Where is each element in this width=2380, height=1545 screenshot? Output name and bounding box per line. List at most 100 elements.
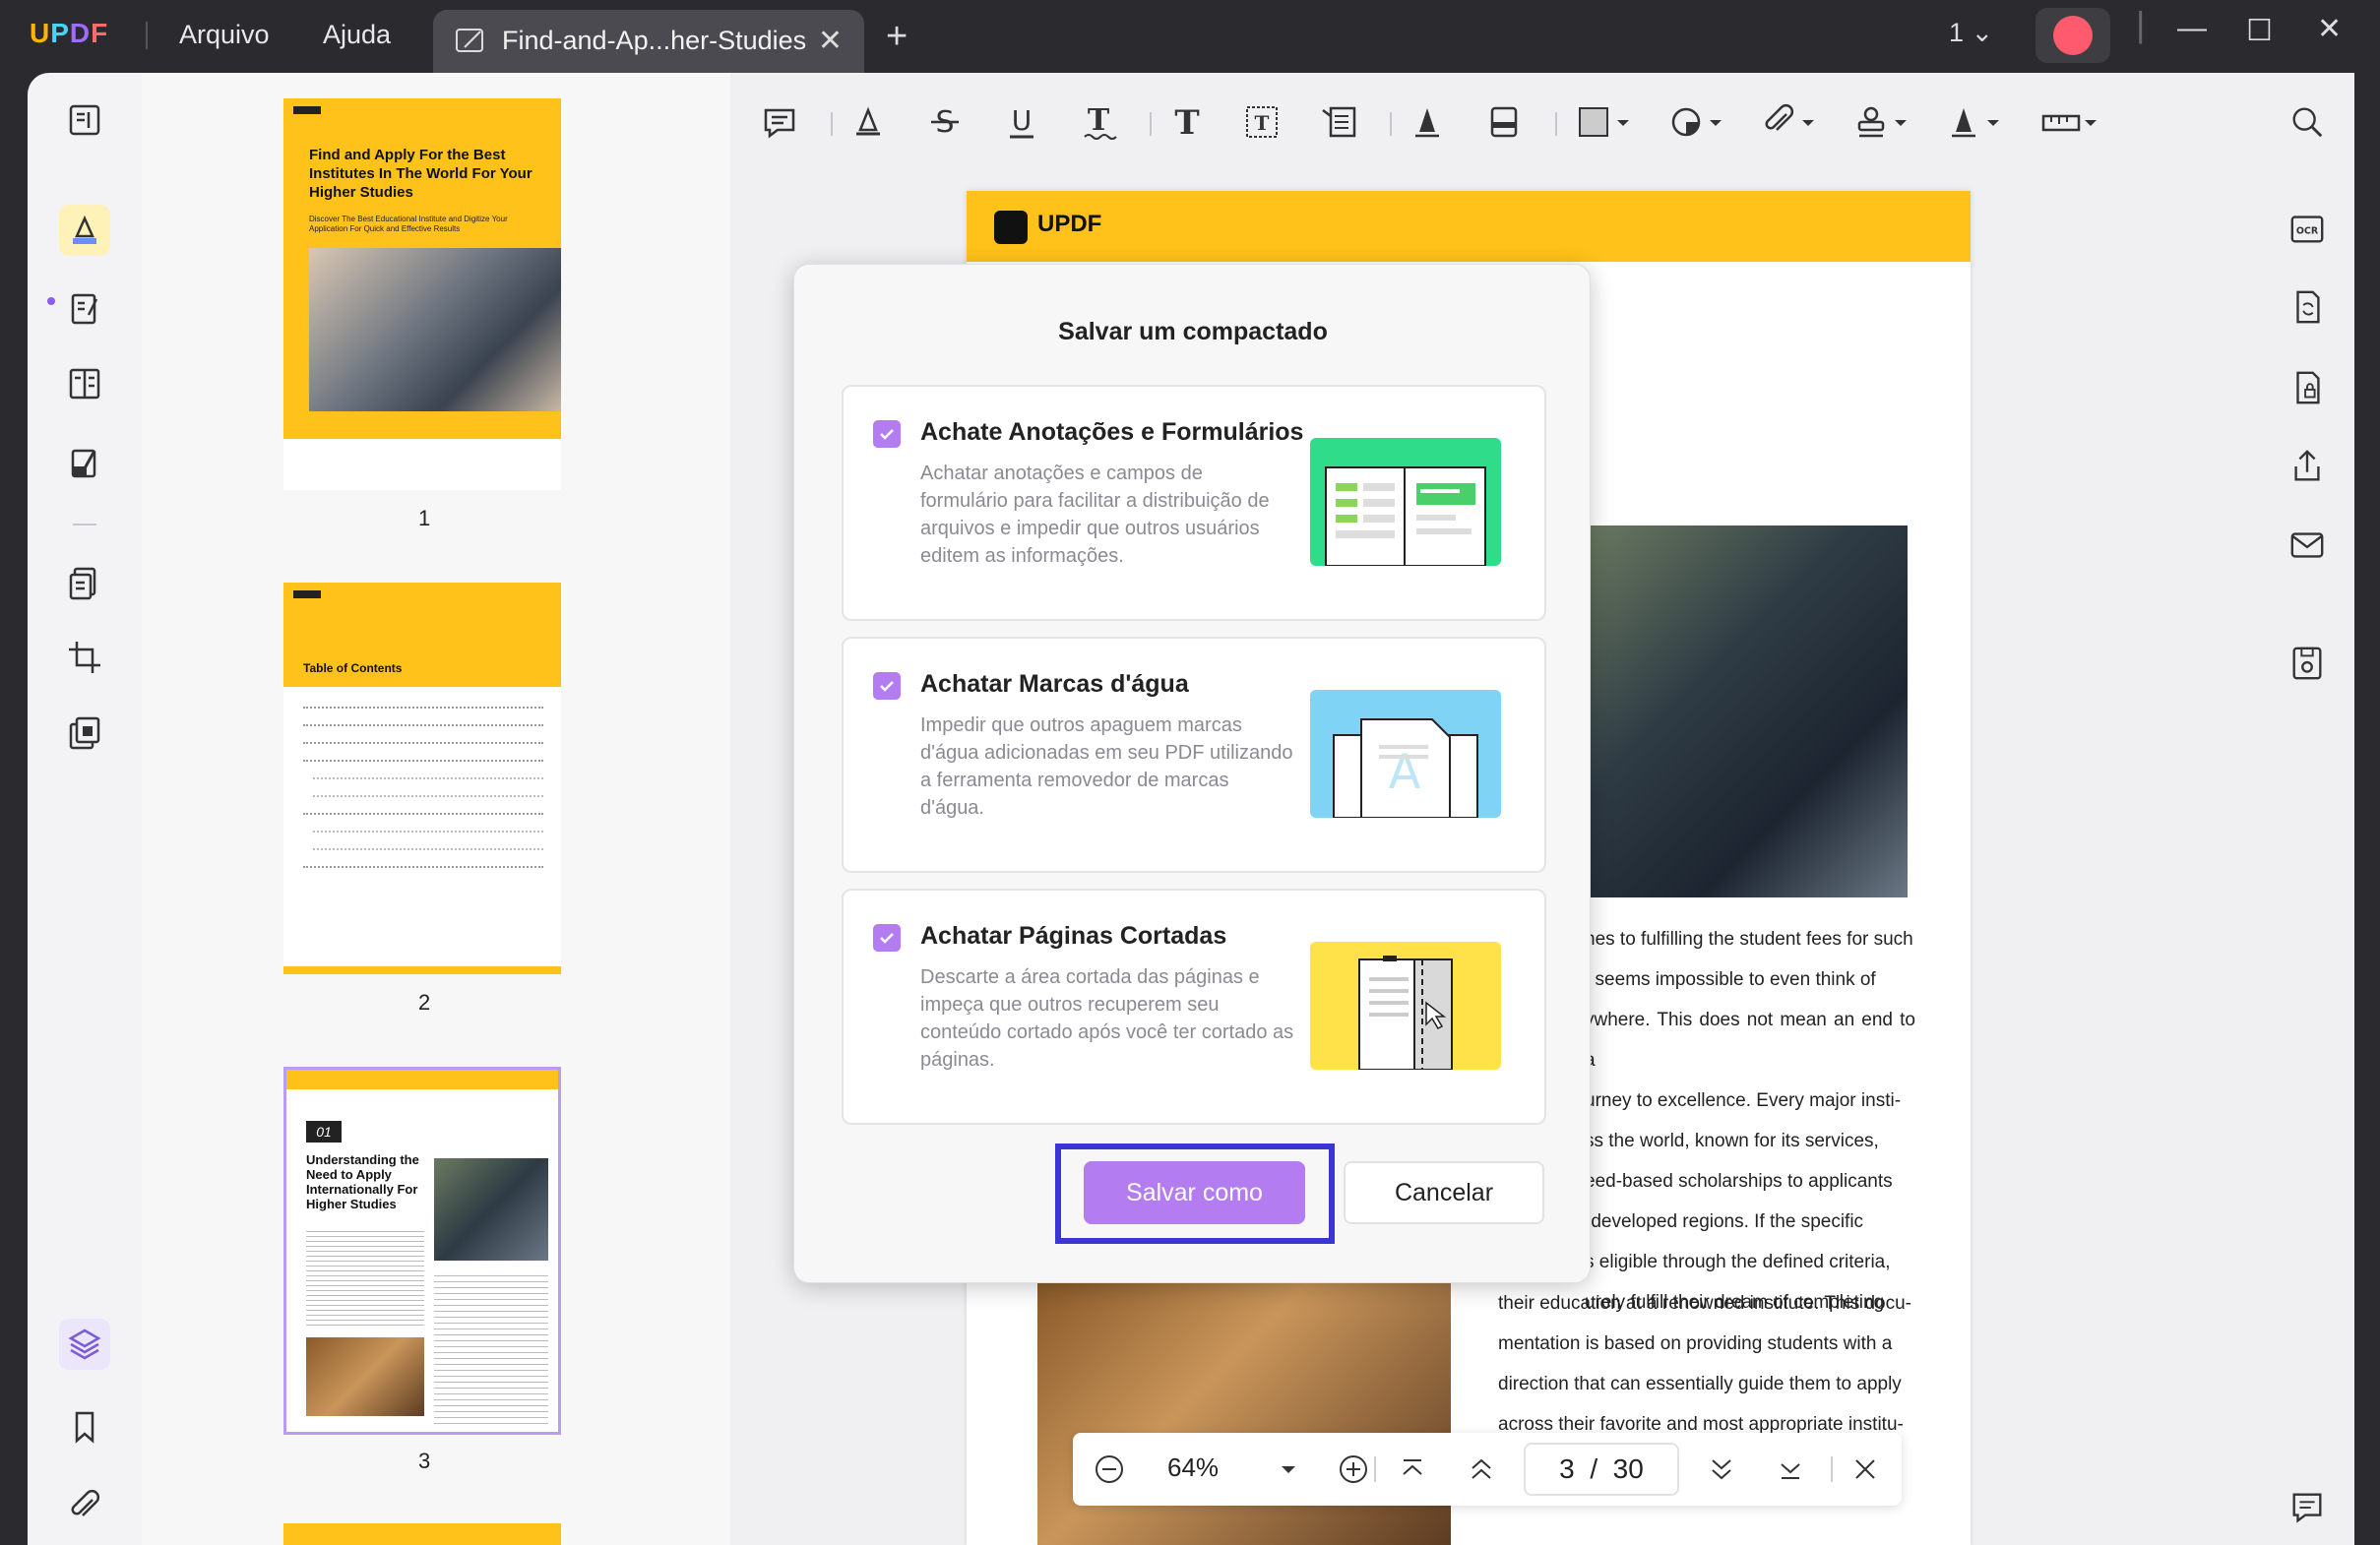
thumbnail-number-1: 1 [418, 506, 431, 530]
menu-ajuda[interactable]: Ajuda [323, 20, 391, 50]
bookmark-icon[interactable] [59, 1401, 110, 1452]
zoom-out-icon[interactable] [1091, 1451, 1128, 1488]
eraser-icon[interactable] [1480, 98, 1528, 146]
edit-doc-icon [456, 29, 483, 52]
toolbar-divider [831, 112, 833, 136]
close-nav-icon[interactable] [1847, 1451, 1884, 1488]
strikethrough-icon[interactable]: S [921, 98, 969, 146]
page-banner: UPDF [967, 191, 1971, 262]
layers-icon[interactable] [59, 1319, 110, 1370]
zoom-level[interactable]: 64% [1167, 1452, 1219, 1483]
checkmark-icon [880, 429, 894, 440]
option-flatten-cropped-pages[interactable]: Achatar Páginas Cortadas Descarte a área… [842, 889, 1546, 1125]
checkbox-flatten-cropped-pages[interactable] [873, 924, 901, 952]
page-indicator[interactable]: 1 ⌄ [1949, 18, 1993, 48]
page-navigation-bar: 64% 3 / 30 [1073, 1433, 1902, 1506]
stamp-icon[interactable] [1847, 98, 1915, 146]
maximize-icon[interactable]: ☐ [2246, 14, 2273, 48]
previous-page-icon[interactable] [1463, 1451, 1500, 1488]
checkbox-flatten-watermarks[interactable] [873, 672, 901, 700]
left-toolbar-divider [73, 524, 96, 525]
edit-pdf-icon[interactable] [59, 283, 110, 335]
text-line: s eligible through the defined criteria, [1585, 1252, 1891, 1272]
callout-icon[interactable] [1315, 98, 1362, 146]
search-icon[interactable] [2284, 98, 2331, 146]
thumb1-subheading: Discover The Best Educational Institute … [309, 215, 508, 233]
sign-icon[interactable] [59, 437, 110, 488]
document-tab[interactable]: Find-and-Ap...her-Studies ✕ [433, 10, 864, 73]
next-page-icon[interactable] [1703, 1451, 1740, 1488]
thumbnail-page-1[interactable]: Find and Apply For the Best Institutes I… [283, 98, 561, 490]
toc-line [313, 827, 543, 833]
toolbar-divider [1390, 112, 1392, 136]
signature-icon[interactable] [1939, 98, 2008, 146]
toc-line [303, 703, 543, 709]
new-tab-icon[interactable]: + [886, 16, 908, 58]
last-page-icon[interactable] [1772, 1451, 1809, 1488]
checkbox-flatten-annotations[interactable] [873, 420, 901, 448]
text-line: direction that can essentially guide the… [1498, 1374, 1902, 1394]
shape-icon[interactable] [1569, 98, 1638, 146]
measure-icon[interactable] [2032, 98, 2106, 146]
comments-panel-icon[interactable] [2284, 1484, 2331, 1531]
text-line: ywhere. This does not mean an end to a [1585, 1010, 1915, 1071]
save-compress-icon[interactable] [2284, 640, 2331, 687]
thumb3-chapter: 01 [306, 1121, 342, 1143]
form-icon[interactable] [59, 358, 110, 409]
page-number-input[interactable]: 3 / 30 [1524, 1443, 1679, 1496]
page-body-text-partial: nes to fulfilling the student fees for s… [1585, 919, 1915, 1323]
save-as-button[interactable]: Salvar como [1084, 1161, 1305, 1224]
organize-pages-icon[interactable] [59, 557, 110, 608]
ocr-icon[interactable]: OCR [2284, 205, 2331, 252]
thumb3-text-block [306, 1227, 424, 1329]
save-compressed-dialog: Salvar um compactado Achate Anotações e … [793, 264, 1591, 1283]
sticker-icon[interactable] [1661, 98, 1730, 146]
convert-icon[interactable] [2284, 283, 2331, 331]
reader-icon[interactable] [59, 94, 110, 146]
attachment-icon[interactable] [59, 1480, 110, 1531]
thumbnail-page-3[interactable]: 01 Understanding the Need to Apply Inter… [283, 1067, 561, 1435]
first-page-icon[interactable] [1394, 1451, 1431, 1488]
chevron-down-icon: ⌄ [1971, 18, 1994, 47]
active-indicator [47, 297, 55, 305]
highlight-icon[interactable] [845, 98, 892, 146]
zoom-in-icon[interactable] [1335, 1451, 1372, 1488]
thumbnail-page-4[interactable] [283, 1523, 561, 1545]
cropped-pages-illustration [1310, 942, 1501, 1070]
comment-icon[interactable] [756, 98, 803, 146]
page-tools-icon[interactable] [59, 709, 110, 760]
current-page: 3 [1559, 1453, 1575, 1484]
toc-line [303, 862, 543, 868]
minimize-icon[interactable]: — [2177, 12, 2207, 45]
text-line: ss the world, known for its services, [1585, 1131, 1879, 1151]
menu-arquivo[interactable]: Arquivo [179, 20, 270, 50]
option-description: Descarte a área cortada das páginas e im… [920, 966, 1294, 1071]
option-flatten-watermarks[interactable]: Achatar Marcas d'água Impedir que outros… [842, 637, 1546, 873]
close-tab-icon[interactable]: ✕ [818, 24, 843, 58]
thumbnail-page-2[interactable]: Table of Contents [283, 583, 561, 974]
text-line: urney to excellence. Every major insti- [1585, 1090, 1902, 1111]
cancel-button[interactable]: Cancelar [1344, 1161, 1544, 1224]
text-field-icon[interactable]: T [1238, 98, 1285, 146]
pencil-icon[interactable] [1404, 98, 1451, 146]
comment-highlight-icon[interactable] [59, 205, 110, 256]
option-description: Achatar anotações e campos de formulário… [920, 463, 1270, 567]
option-flatten-annotations[interactable]: Achate Anotações e Formulários Achatar a… [842, 385, 1546, 621]
titlebar-divider [146, 22, 148, 49]
watermark-illustration: A [1310, 690, 1501, 818]
toc-line [313, 844, 543, 850]
email-icon[interactable] [2284, 522, 2331, 569]
right-toolbar: OCR [2260, 73, 2354, 1545]
crop-icon[interactable] [59, 632, 110, 683]
underline-icon[interactable]: U [998, 98, 1045, 146]
attach-file-icon[interactable] [1754, 98, 1823, 146]
close-window-icon[interactable]: ✕ [2317, 12, 2342, 46]
text-box-icon[interactable]: T [1163, 98, 1211, 146]
squiggly-icon[interactable]: T [1075, 98, 1122, 146]
total-pages: 30 [1612, 1453, 1644, 1484]
protect-icon[interactable] [2284, 364, 2331, 411]
avatar[interactable] [2036, 8, 2110, 63]
left-toolbar [28, 73, 142, 1545]
share-icon[interactable] [2284, 443, 2331, 490]
zoom-dropdown-icon[interactable] [1270, 1451, 1307, 1488]
